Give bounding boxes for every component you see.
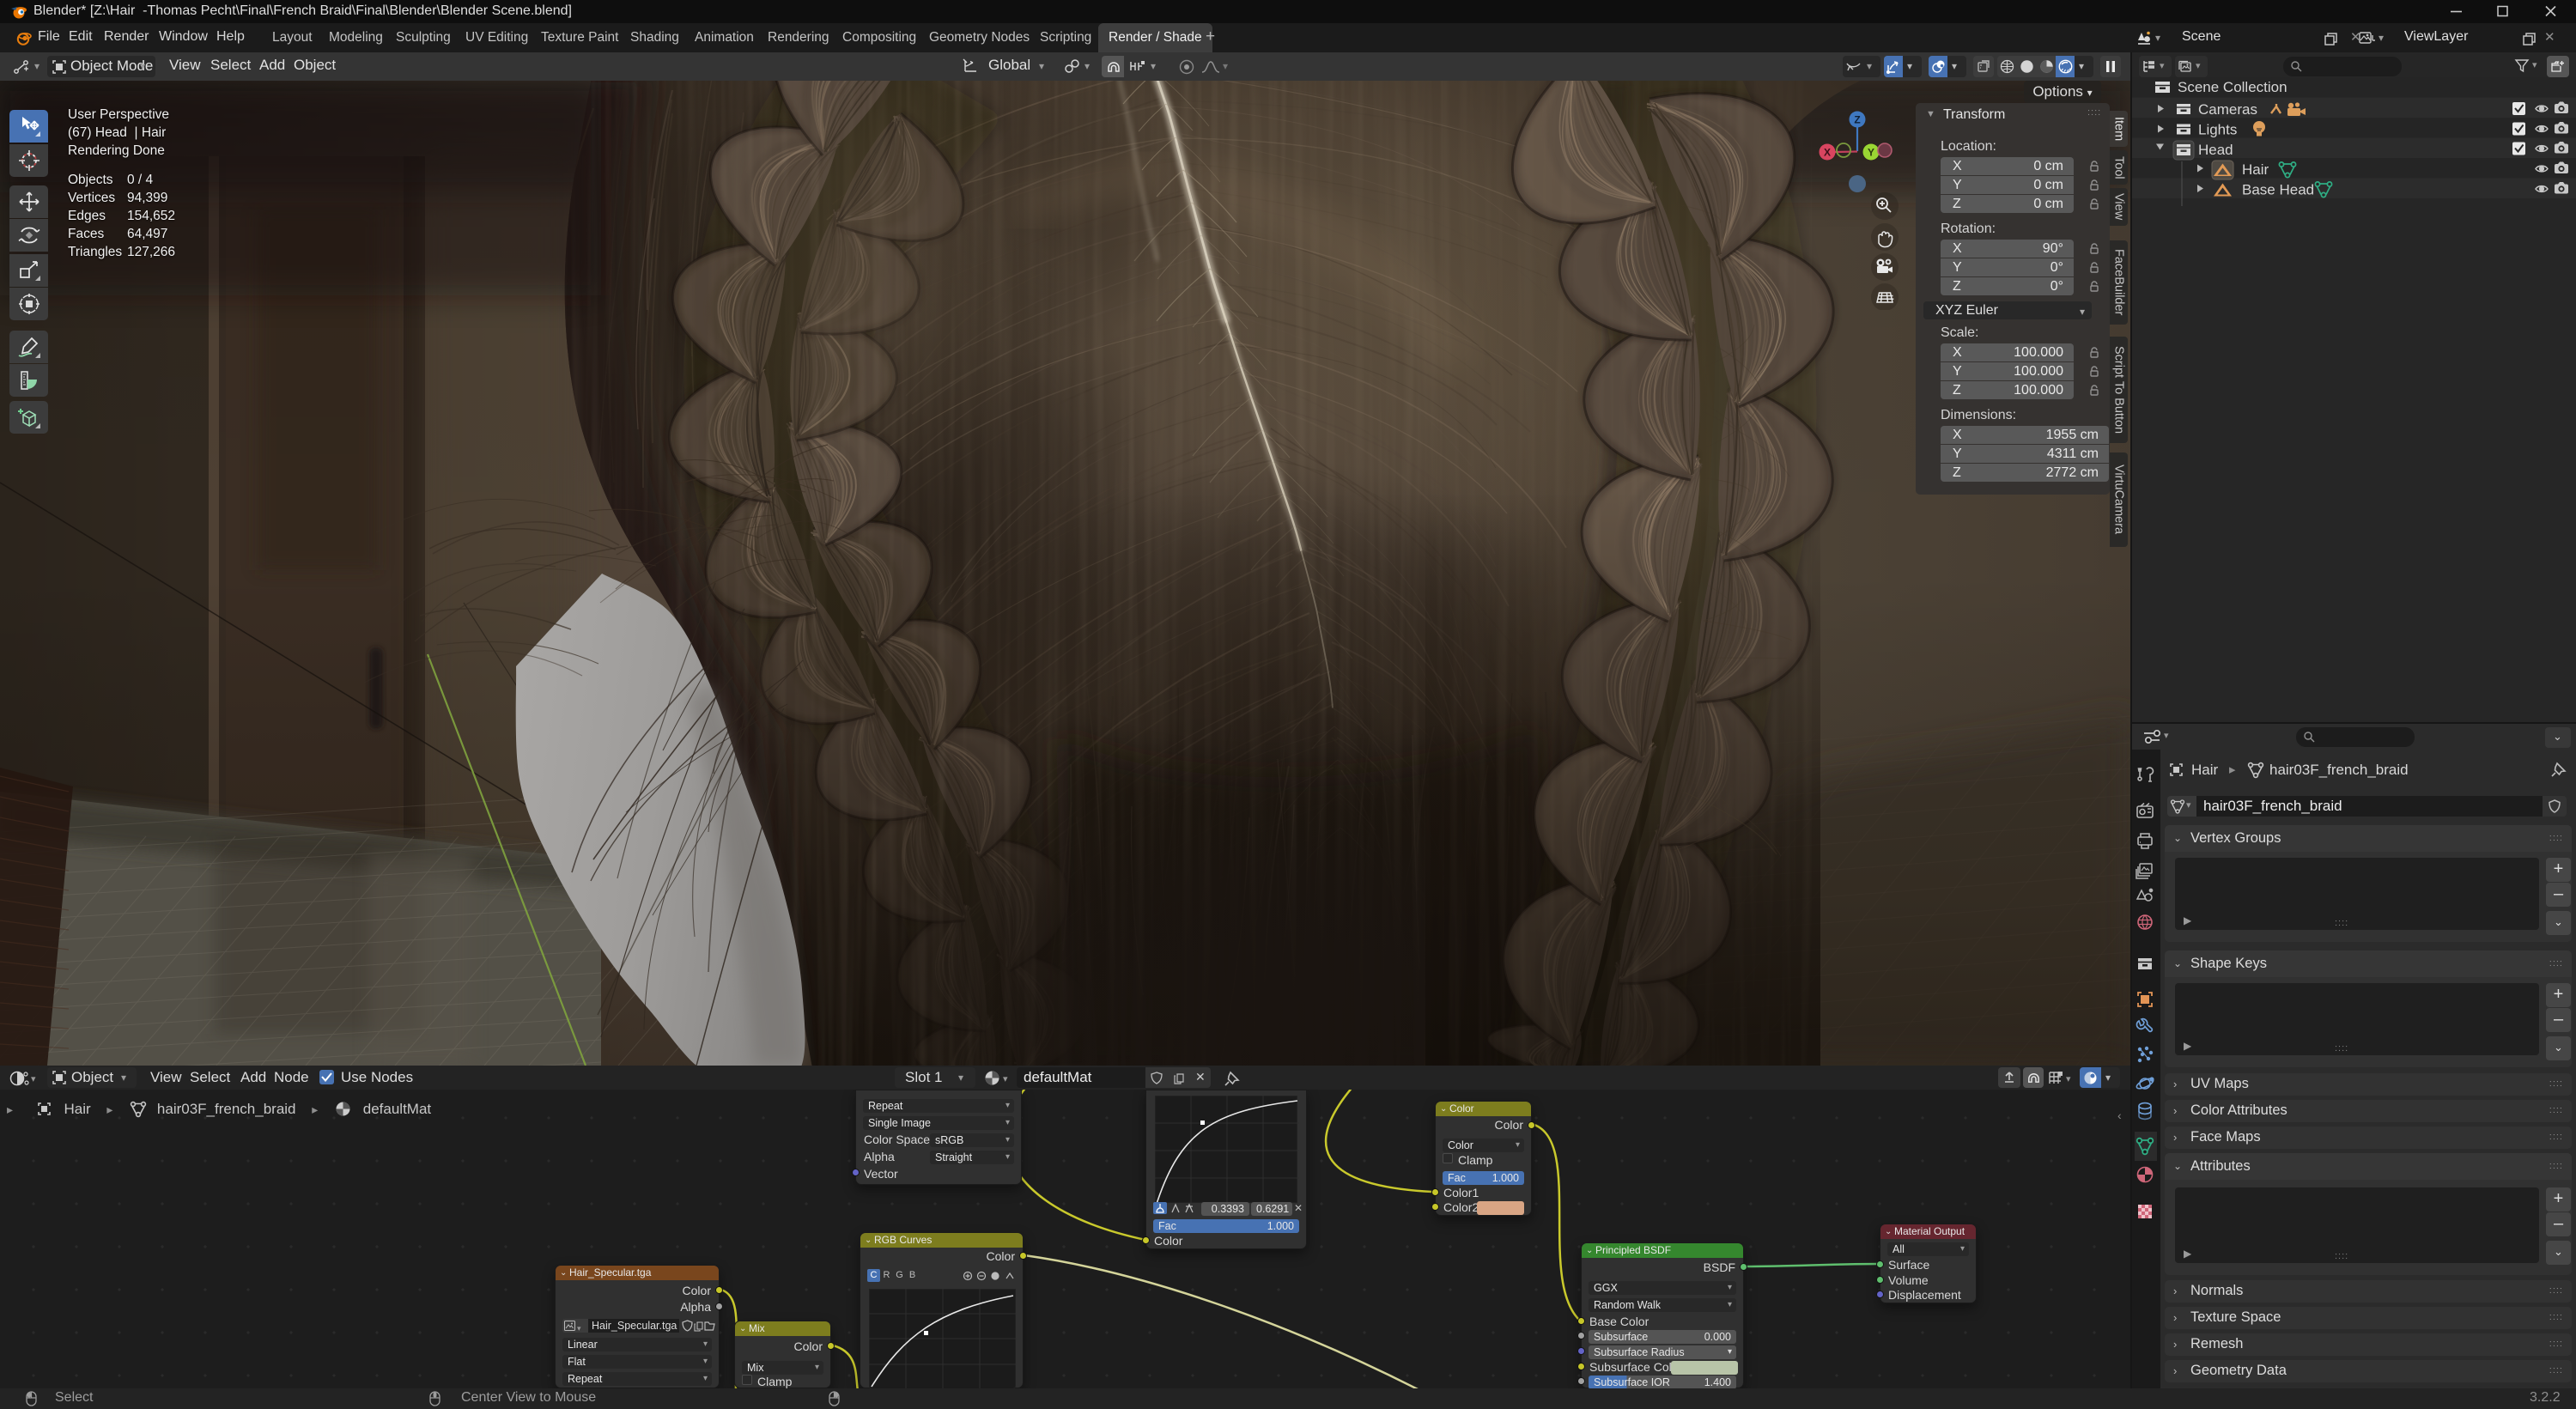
svg-text:Hair: Hair (2242, 161, 2269, 178)
svg-text:Cameras: Cameras (2198, 101, 2257, 118)
svg-text:Base Head: Base Head (2242, 182, 2314, 198)
svg-text:Z: Z (1854, 114, 1860, 126)
svg-text:X: X (1824, 147, 1831, 159)
svg-text:Head: Head (2198, 142, 2233, 158)
svg-text:Y: Y (1868, 147, 1874, 159)
svg-text:Scene Collection: Scene Collection (2178, 79, 2287, 95)
svg-text:Lights: Lights (2198, 122, 2237, 138)
